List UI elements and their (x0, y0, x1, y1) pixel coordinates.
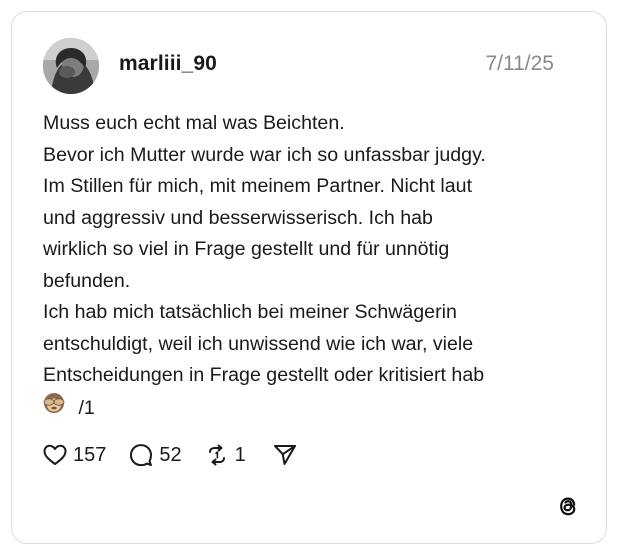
threads-logo-icon (560, 497, 576, 516)
post-text-line: Ich hab mich tatsächlich bei meiner Schw… (43, 301, 457, 323)
post-text-line: Entscheidungen in Frage gestellt oder kr… (43, 364, 485, 386)
post-card: marliii_90 7/11/25 Muss euch echt mal wa… (11, 11, 607, 544)
comment-bubble-icon (130, 444, 153, 467)
username[interactable]: marliii_90 (119, 52, 217, 76)
post-text-suffix: /1 (78, 396, 95, 419)
repost-icon (208, 444, 225, 466)
like-count: 157 (73, 443, 107, 466)
see-no-evil-monkey-emoji-icon (43, 392, 65, 413)
post-text-line: und aggressiv und besserwisserisch. Ich … (43, 206, 433, 229)
share-button[interactable] (272, 442, 298, 468)
repost-button[interactable]: 1 (204, 442, 246, 468)
post-text-line: Im Stillen für mich, mit meinem Partner.… (43, 175, 473, 197)
repost-count: 1 (234, 443, 246, 466)
heart-icon (43, 444, 67, 465)
avatar[interactable] (43, 38, 99, 94)
post-text-line: entschuldigt, weil ich unwissend wie ich… (43, 332, 474, 355)
user-avatar-icon (43, 38, 99, 94)
send-icon (273, 445, 296, 465)
reply-button[interactable]: 52 (128, 442, 182, 468)
post-text-last-line: /1 (43, 392, 583, 425)
post-text-line: Muss euch echt mal was Beichten. (43, 112, 345, 134)
like-button[interactable]: 157 (42, 442, 106, 468)
post-text-line: wirklich so viel in Frage gestellt und f… (43, 238, 450, 260)
post-date: 7/11/25 (485, 52, 554, 75)
post-text-line: Bevor ich Mutter wurde war ich so unfass… (43, 143, 486, 166)
post-text: Muss euch echt mal was Beichten. Bevor i… (43, 108, 583, 424)
post-text-line: befunden. (43, 269, 131, 292)
action-bar: 157 52 1 (42, 440, 298, 470)
reply-count: 52 (159, 443, 182, 466)
